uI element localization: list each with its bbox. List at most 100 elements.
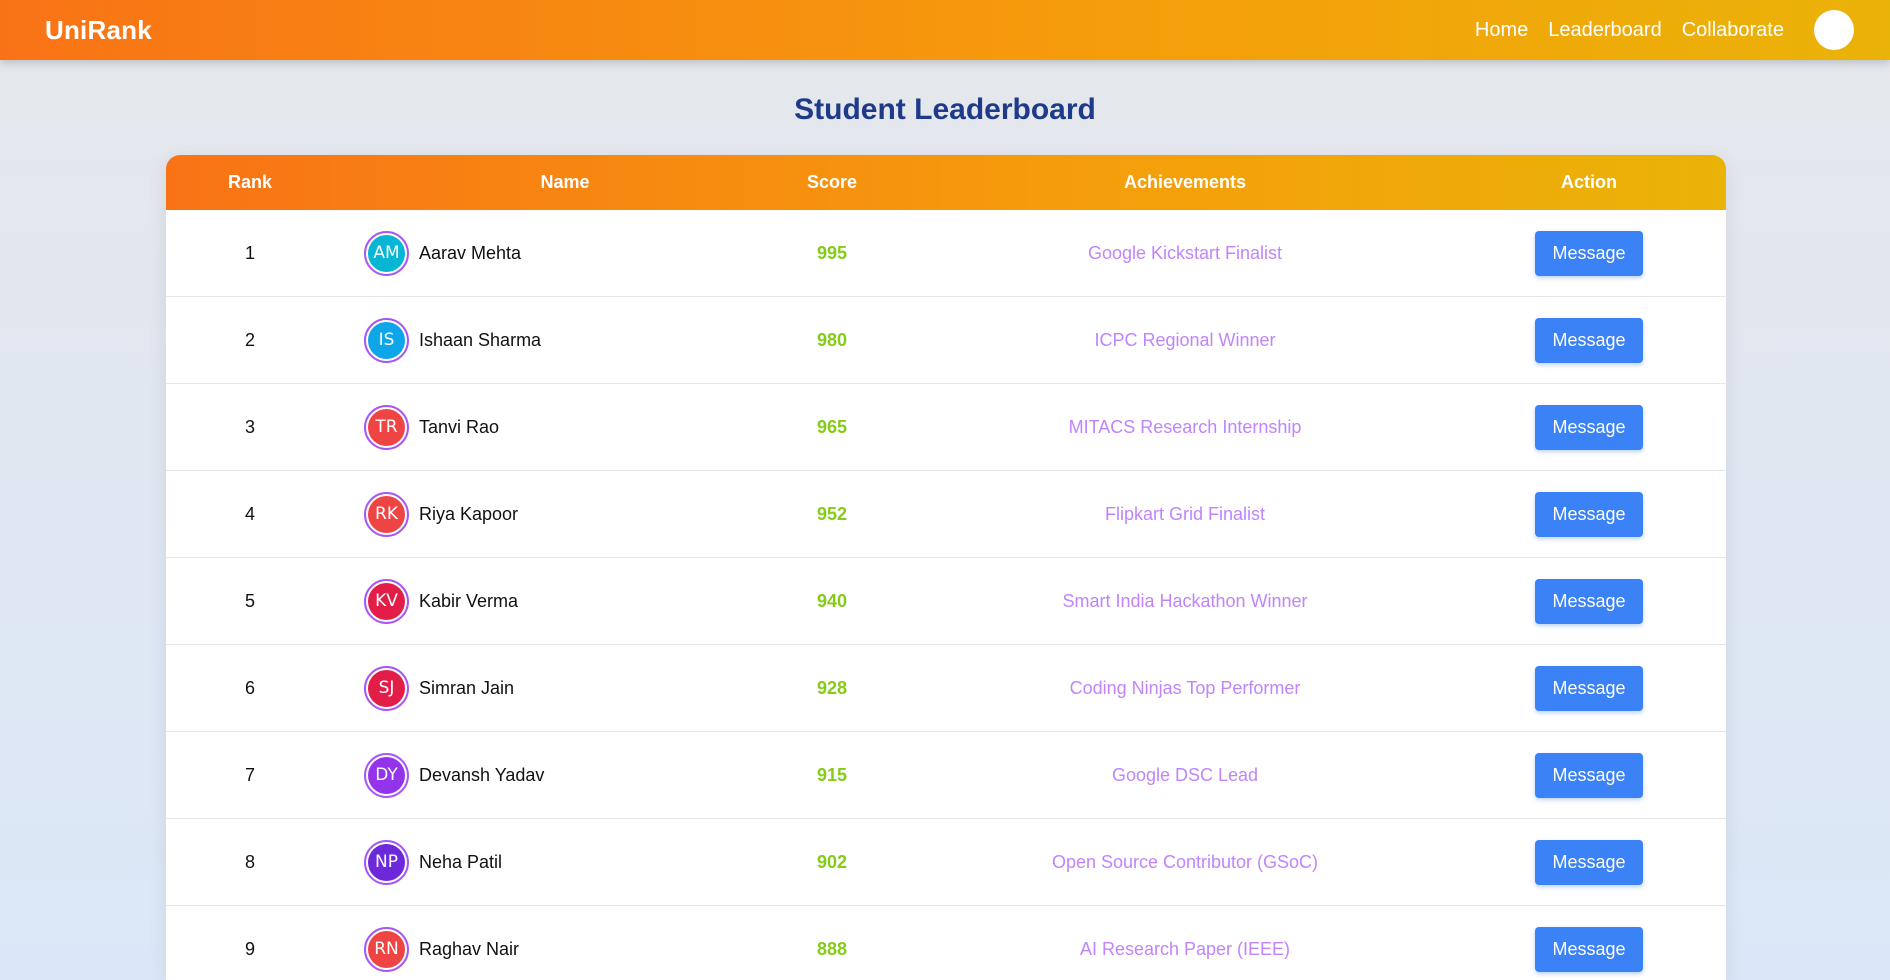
nav-link-leaderboard[interactable]: Leaderboard xyxy=(1548,19,1661,42)
header-name: Name xyxy=(540,172,590,192)
achievement-cell: Smart India Hackathon Winner xyxy=(1062,590,1308,611)
message-button[interactable]: Message xyxy=(1535,665,1643,711)
table-row: 4 RK Riya Kapoor 952 Flipkart Grid Finalist M… xyxy=(166,471,1726,558)
achievement-cell: AI Research Paper (IEEE) xyxy=(1079,938,1291,959)
nav-link-collaborate[interactable]: Collaborate xyxy=(1682,19,1784,42)
achievement-cell: Flipkart Grid Finalist xyxy=(1104,503,1266,524)
page-title: Student Leaderboard xyxy=(794,93,1096,126)
avatar-initials: NP xyxy=(368,843,405,881)
rank-cell: 1 xyxy=(244,242,255,263)
top-navbar: UniRank Home Leaderboard Collaborate xyxy=(0,0,1890,60)
score-cell: 915 xyxy=(816,764,848,785)
student-name: Simran Jain xyxy=(419,677,515,698)
score-cell: 965 xyxy=(816,416,848,437)
action-cell: Message xyxy=(1452,317,1726,363)
rank-cell: 6 xyxy=(244,677,255,698)
student-info: AM Aarav Mehta xyxy=(334,230,746,276)
score-cell: 940 xyxy=(816,590,848,611)
name-cell: TR Tanvi Rao xyxy=(334,404,746,450)
header-achievements: Achievements xyxy=(1123,172,1247,192)
table-row: 2 IS Ishaan Sharma 980 ICPC Regional Winner M… xyxy=(166,297,1726,384)
student-info: IS Ishaan Sharma xyxy=(334,317,746,363)
message-button[interactable]: Message xyxy=(1535,317,1643,363)
rank-cell: 9 xyxy=(244,938,255,959)
student-info: KV Kabir Verma xyxy=(334,578,746,624)
avatar-initials: TR xyxy=(368,408,405,446)
brand-logo[interactable]: UniRank xyxy=(45,15,152,46)
nav-links: Home Leaderboard Collaborate xyxy=(1455,10,1854,50)
avatar: AM xyxy=(364,230,409,276)
table-row: 9 RN Raghav Nair 888 AI Research Paper (IEEE… xyxy=(166,906,1726,980)
rank-cell: 8 xyxy=(244,851,255,872)
achievement-cell: ICPC Regional Winner xyxy=(1094,329,1276,350)
name-cell: DY Devansh Yadav xyxy=(334,752,746,798)
table-row: 5 KV Kabir Verma 940 Smart India Hackathon W… xyxy=(166,558,1726,645)
student-name: Neha Patil xyxy=(419,851,503,872)
avatar-initials: RK xyxy=(368,495,405,533)
avatar: KV xyxy=(364,578,409,624)
table-row: 6 SJ Simran Jain 928 Coding Ninjas Top Perfo… xyxy=(166,645,1726,732)
student-name: Raghav Nair xyxy=(419,938,520,959)
avatar-initials: SJ xyxy=(368,669,405,707)
avatar-initials: RN xyxy=(368,930,405,968)
message-button[interactable]: Message xyxy=(1535,839,1643,885)
name-cell: RN Raghav Nair xyxy=(334,926,746,972)
name-cell: SJ Simran Jain xyxy=(334,665,746,711)
student-info: TR Tanvi Rao xyxy=(334,404,746,450)
rank-cell: 3 xyxy=(244,416,255,437)
avatar: IS xyxy=(364,317,409,363)
name-cell: NP Neha Patil xyxy=(334,839,746,885)
header-score: Score xyxy=(806,172,858,192)
rank-cell: 2 xyxy=(244,329,255,350)
score-cell: 902 xyxy=(816,851,848,872)
message-button[interactable]: Message xyxy=(1535,404,1643,450)
avatar: TR xyxy=(364,404,409,450)
action-cell: Message xyxy=(1452,752,1726,798)
action-cell: Message xyxy=(1452,665,1726,711)
avatar: NP xyxy=(364,839,409,885)
table-header: Rank Name Score Achievements Action xyxy=(166,155,1726,210)
name-cell: AM Aarav Mehta xyxy=(334,230,746,276)
action-cell: Message xyxy=(1452,839,1726,885)
action-cell: Message xyxy=(1452,491,1726,537)
avatar: SJ xyxy=(364,665,409,711)
student-name: Riya Kapoor xyxy=(419,503,519,524)
header-action: Action xyxy=(1561,172,1617,192)
score-cell: 995 xyxy=(816,242,848,263)
achievement-cell: MITACS Research Internship xyxy=(1068,416,1302,437)
header-rank: Rank xyxy=(227,172,272,192)
table-row: 3 TR Tanvi Rao 965 MITACS Research Internshi… xyxy=(166,384,1726,471)
message-button[interactable]: Message xyxy=(1535,491,1643,537)
avatar-initials: IS xyxy=(368,321,405,359)
student-info: SJ Simran Jain xyxy=(334,665,746,711)
student-info: NP Neha Patil xyxy=(334,839,746,885)
score-cell: 888 xyxy=(816,938,848,959)
achievement-cell: Google DSC Lead xyxy=(1111,764,1259,785)
message-button[interactable]: Message xyxy=(1535,230,1643,276)
achievement-cell: Google Kickstart Finalist xyxy=(1087,242,1283,263)
name-cell: RK Riya Kapoor xyxy=(334,491,746,537)
rank-cell: 7 xyxy=(244,764,255,785)
message-button[interactable]: Message xyxy=(1535,926,1643,972)
profile-avatar[interactable] xyxy=(1814,10,1854,50)
student-info: DY Devansh Yadav xyxy=(334,752,746,798)
action-cell: Message xyxy=(1452,926,1726,972)
avatar-initials: AM xyxy=(368,234,405,272)
message-button[interactable]: Message xyxy=(1535,752,1643,798)
student-name: Kabir Verma xyxy=(419,590,519,611)
message-button[interactable]: Message xyxy=(1535,578,1643,624)
table-body: 1 AM Aarav Mehta 995 Google Kickstart Finali… xyxy=(166,210,1726,980)
student-info: RK Riya Kapoor xyxy=(334,491,746,537)
action-cell: Message xyxy=(1452,230,1726,276)
student-name: Devansh Yadav xyxy=(419,764,545,785)
name-cell: IS Ishaan Sharma xyxy=(334,317,746,363)
rank-cell: 5 xyxy=(244,590,255,611)
avatar-initials: KV xyxy=(368,582,405,620)
name-cell: KV Kabir Verma xyxy=(334,578,746,624)
table-row: 8 NP Neha Patil 902 Open Source Contributor … xyxy=(166,819,1726,906)
nav-link-home[interactable]: Home xyxy=(1475,19,1528,42)
score-cell: 928 xyxy=(816,677,848,698)
student-name: Aarav Mehta xyxy=(419,242,522,263)
student-name: Tanvi Rao xyxy=(419,416,500,437)
rank-cell: 4 xyxy=(244,503,255,524)
